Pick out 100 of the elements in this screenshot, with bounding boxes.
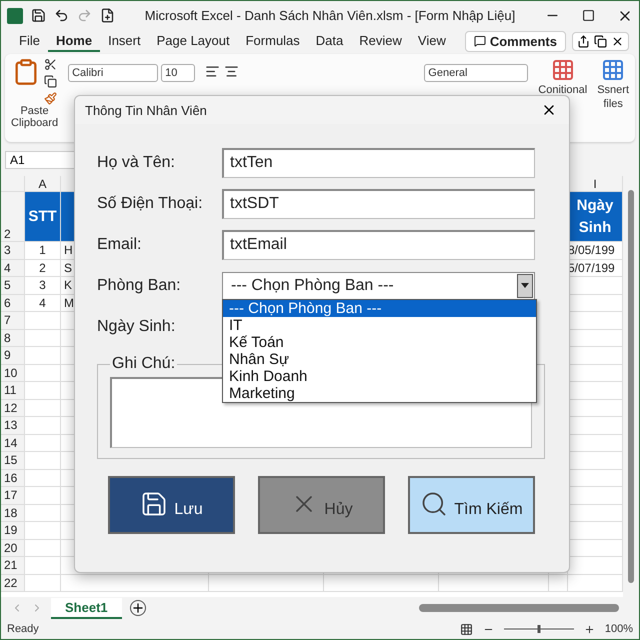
field-label: Ngày Sinh: (97, 318, 176, 336)
add-sheet-icon[interactable] (130, 600, 146, 616)
table-cell (568, 504, 623, 522)
restore-icon[interactable] (594, 34, 607, 48)
caret-icon (521, 283, 529, 288)
table-cell (568, 470, 623, 487)
group-label: Clipboard (11, 117, 58, 129)
conditional-label[interactable]: Conitional (538, 84, 588, 96)
font-size-dropdown[interactable]: 10 (161, 64, 196, 82)
save-icon[interactable] (31, 8, 46, 23)
row-header[interactable]: 4 (1, 260, 25, 277)
ribbon-tab[interactable]: Home (48, 30, 100, 52)
align-middle-icon[interactable] (224, 64, 240, 79)
table-cell (568, 312, 623, 330)
column-header[interactable]: A (25, 176, 61, 192)
magnifier-icon (420, 490, 448, 518)
horizontal-scrollbar[interactable] (419, 604, 619, 612)
row-header[interactable]: 22 (1, 574, 25, 592)
normal-view-icon[interactable] (460, 622, 473, 636)
row-header[interactable]: 6 (1, 294, 25, 312)
row-header[interactable]: 15 (1, 452, 25, 470)
dropdown-button[interactable] (517, 274, 533, 298)
dropdown-option[interactable]: --- Chọn Phòng Ban --- (223, 300, 536, 317)
row-header[interactable]: 14 (1, 434, 25, 452)
number-format-dropdown[interactable]: General (424, 64, 528, 82)
text-field[interactable]: txtEmail (222, 230, 535, 260)
text-field[interactable]: txtSDT (222, 188, 535, 218)
table-cell (568, 540, 623, 557)
table-style-icon[interactable] (601, 58, 626, 82)
row-header[interactable]: 19 (1, 522, 25, 540)
search-button[interactable]: Tìm Kiếm (408, 476, 535, 534)
field-label: Phòng Ban: (97, 276, 182, 294)
table-cell (568, 522, 623, 540)
header-cell: STT (25, 192, 61, 242)
field-label: Họ và Tên: (97, 154, 176, 172)
group-label: Ghi Chú: (111, 355, 176, 373)
row-header[interactable]: 8 (1, 330, 25, 347)
ribbon-tab[interactable]: View (410, 30, 454, 52)
align-top-icon[interactable] (205, 64, 220, 79)
comment-icon (474, 35, 486, 47)
dropdown-option[interactable]: Kế Toán (223, 334, 536, 351)
row-header[interactable]: 11 (1, 382, 25, 400)
row-header[interactable]: 21 (1, 557, 25, 574)
comments-button[interactable]: Comments (464, 30, 566, 52)
table-cell (25, 574, 61, 592)
row-header[interactable]: 3 (1, 242, 25, 260)
ribbon-tab[interactable]: Insert (100, 30, 149, 52)
cut-icon[interactable] (44, 58, 58, 71)
maximize-icon[interactable] (582, 9, 595, 22)
row-header[interactable]: 17 (1, 487, 25, 504)
dropdown-option[interactable]: Kinh Doanh (223, 368, 536, 385)
undo-icon[interactable] (54, 8, 69, 23)
close-icon[interactable] (611, 34, 624, 48)
dropdown-option[interactable]: Nhân Sự (223, 351, 536, 368)
ribbon-tab[interactable]: Review (351, 30, 410, 52)
ribbon-tab[interactable]: Data (308, 30, 352, 52)
copy-icon[interactable] (44, 75, 58, 88)
format-painter-icon[interactable] (44, 92, 58, 105)
text-field[interactable]: txtTen (222, 148, 535, 178)
table-cell (568, 277, 623, 294)
table-cell: 2 (25, 260, 61, 277)
share-icon[interactable] (577, 34, 590, 48)
row-header[interactable]: 2 (1, 192, 25, 242)
sheet-tab[interactable]: Sheet1 (51, 598, 122, 618)
ribbon-tab[interactable]: Formulas (238, 30, 308, 52)
styles-label[interactable]: files (603, 98, 623, 110)
table-cell (568, 382, 623, 400)
save-button[interactable]: Lưu (108, 476, 235, 534)
row-header[interactable]: 12 (1, 400, 25, 417)
table-cell (568, 294, 623, 312)
dropdown-option[interactable]: IT (223, 317, 536, 334)
row-header[interactable]: 7 (1, 312, 25, 330)
row-header[interactable]: 20 (1, 540, 25, 557)
row-header[interactable]: 10 (1, 364, 25, 382)
status-text: Ready (7, 623, 39, 635)
font-dropdown[interactable]: Calibri (68, 64, 158, 82)
table-cell: 3 (25, 277, 61, 294)
field-label: Số Điện Thoại: (97, 194, 204, 212)
ribbon-tab[interactable]: Page Layout (148, 30, 238, 52)
new-file-icon[interactable] (100, 8, 115, 23)
table-cell (568, 574, 623, 592)
department-dropdown[interactable]: --- Chọn Phòng Ban --- (222, 272, 535, 300)
row-header[interactable]: 13 (1, 417, 25, 434)
table-cell (568, 434, 623, 452)
row-header[interactable]: 5 (1, 277, 25, 294)
zoom-in-icon[interactable] (584, 624, 595, 634)
cancel-button[interactable]: Hủy (258, 476, 385, 534)
paste-label[interactable]: Paste (20, 105, 49, 117)
column-header[interactable]: I (568, 176, 623, 192)
dialog-title: Thông Tin Nhân Viên (85, 102, 207, 118)
conditional-format-icon[interactable] (550, 58, 575, 82)
row-header[interactable]: 16 (1, 470, 25, 487)
styles-label[interactable]: Ssnert (597, 84, 629, 96)
dropdown-option[interactable]: Marketing (223, 385, 536, 402)
row-header[interactable]: 9 (1, 347, 25, 364)
ribbon-tab[interactable]: File (11, 30, 48, 52)
table-cell (568, 417, 623, 434)
table-cell (568, 487, 623, 504)
row-header[interactable]: 18 (1, 504, 25, 522)
zoom-slider[interactable] (504, 624, 574, 634)
